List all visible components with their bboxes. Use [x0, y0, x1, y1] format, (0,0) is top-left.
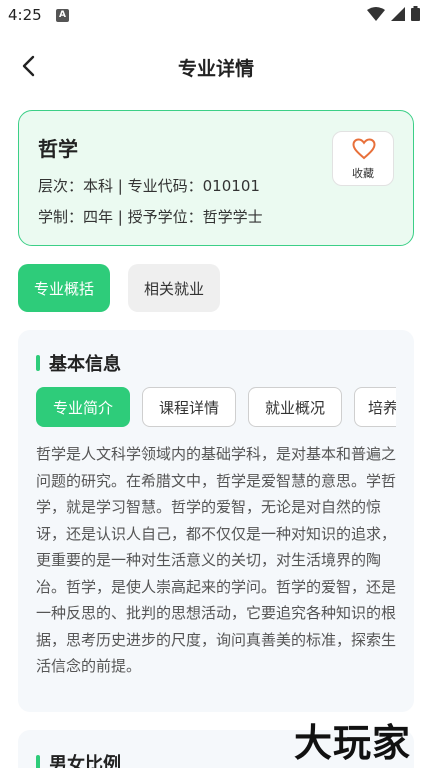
- section-accent-bar: [36, 755, 40, 768]
- wifi-icon: [367, 6, 385, 21]
- gender-ratio-title: 男女比例: [49, 754, 121, 768]
- status-indicators: [367, 6, 420, 21]
- duration-label: 学制：: [38, 208, 84, 226]
- basic-info-title: 基本信息: [49, 354, 121, 375]
- tab-major-overview[interactable]: 专业概括: [18, 264, 110, 312]
- app-notification-icon: A: [56, 9, 69, 22]
- favorite-label: 收藏: [352, 167, 374, 180]
- major-duration-line: 学制：四年 | 授予学位：哲学学士: [38, 206, 263, 227]
- code-value: 010101: [202, 177, 260, 195]
- watermark-logo: 大玩家: [294, 721, 412, 765]
- subtab-employment-overview[interactable]: 就业概况: [248, 387, 342, 427]
- section-accent-bar: [36, 355, 40, 371]
- degree-label: 授予学位：: [127, 208, 203, 226]
- duration-value: 四年: [83, 208, 114, 226]
- subtab-major-intro[interactable]: 专业简介: [36, 387, 130, 427]
- major-level-line: 层次：本科 | 专业代码：010101: [38, 175, 260, 196]
- status-time: 4:25: [8, 6, 42, 24]
- separator: |: [113, 177, 128, 195]
- heart-icon: [352, 138, 376, 160]
- signal-icon: [391, 6, 405, 21]
- major-summary-card: 哲学 层次：本科 | 专业代码：010101 学制：四年 | 授予学位：哲学学士…: [18, 110, 414, 246]
- page-title: 专业详情: [177, 58, 254, 80]
- code-label: 专业代码：: [127, 177, 203, 195]
- basic-info-header: 基本信息: [36, 350, 121, 376]
- separator: |: [113, 208, 128, 226]
- battery-icon: [411, 6, 420, 21]
- level-value: 本科: [83, 177, 114, 195]
- favorite-button[interactable]: 收藏: [332, 131, 394, 186]
- basic-info-panel: 基本信息 专业简介 课程详情 就业概况 培养 哲学是人文科学领域内的基础学科，是…: [18, 330, 414, 712]
- nav-bar: 专业详情: [0, 40, 432, 92]
- subtab-course-details[interactable]: 课程详情: [142, 387, 236, 427]
- info-subtabs: 专业简介 课程详情 就业概况 培养: [36, 387, 396, 429]
- major-intro-text: 哲学是人文科学领域内的基础学科，是对基本和普遍之问题的研究。在希腊文中，哲学是爱…: [36, 445, 397, 675]
- tab-related-employment[interactable]: 相关就业: [128, 264, 220, 312]
- status-bar: 4:25 A: [0, 0, 432, 32]
- subtab-training[interactable]: 培养: [354, 387, 396, 427]
- gender-ratio-header: 男女比例: [36, 750, 121, 768]
- degree-value: 哲学学士: [202, 208, 263, 226]
- level-label: 层次：: [38, 177, 84, 195]
- major-name: 哲学: [38, 137, 78, 161]
